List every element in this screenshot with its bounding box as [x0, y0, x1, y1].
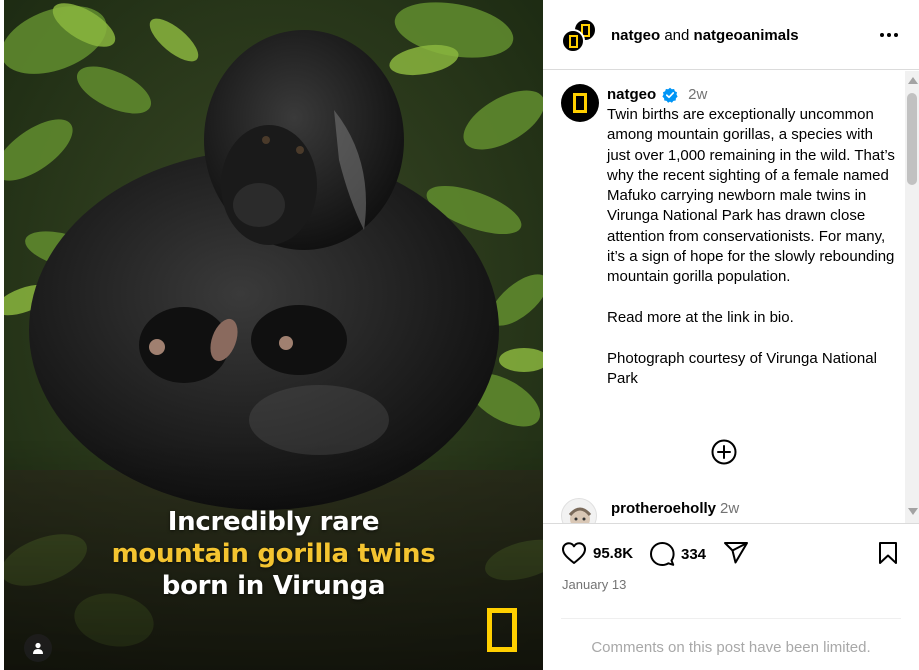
post-age[interactable]: 2w	[688, 86, 707, 103]
scroll-thumb[interactable]	[907, 93, 917, 185]
post-header: natgeo and natgeoanimals	[543, 0, 919, 70]
comment-icon	[650, 542, 675, 566]
post-caption: Twin births are exceptionally uncommon a…	[607, 106, 895, 387]
share-button[interactable]	[723, 541, 749, 565]
header-accounts: natgeo and natgeoanimals	[611, 27, 799, 44]
media-caption-line3: born in Virunga	[161, 571, 386, 601]
post-actions: 95.8K 334 January 13	[543, 523, 919, 618]
comment-username[interactable]: protheroeholly	[611, 500, 716, 517]
scroll-up-arrow-icon[interactable]	[908, 77, 918, 84]
collab-avatars[interactable]	[561, 18, 597, 54]
media-caption-line1: Incredibly rare	[167, 507, 380, 537]
post-date[interactable]: January 13	[562, 577, 626, 592]
poster-avatar[interactable]	[561, 84, 599, 122]
more-horizontal-icon[interactable]	[877, 26, 901, 44]
tagged-users-button[interactable]	[24, 634, 52, 662]
avatar-illustration	[568, 507, 592, 523]
verified-badge-icon	[662, 87, 678, 103]
likes-count[interactable]: 95.8K	[593, 545, 633, 562]
comments-count[interactable]: 334	[681, 546, 706, 563]
header-joiner: and	[660, 27, 694, 44]
user-icon	[33, 642, 43, 654]
poster-line: natgeo 2w	[607, 86, 707, 103]
header-account-natgeo[interactable]: natgeo	[611, 27, 660, 44]
post-media[interactable]: Incredibly rare mountain gorilla twins b…	[4, 0, 543, 670]
comment-button[interactable]: 334	[649, 541, 706, 567]
comments-scrollbar[interactable]	[905, 71, 919, 523]
media-caption-line2: mountain gorilla twins	[111, 539, 436, 569]
comments-limited-notice: Comments on this post have been limited.	[561, 618, 901, 670]
poster-username[interactable]: natgeo	[607, 86, 656, 103]
post-panel: natgeo and natgeoanimals natgeo 2w Twin …	[543, 0, 919, 670]
post-comments-area[interactable]: natgeo 2w Twin births are exceptionally …	[543, 71, 905, 523]
share-icon	[724, 542, 748, 564]
bookmark-icon	[879, 542, 897, 564]
comment-avatar[interactable]	[561, 498, 597, 523]
scroll-down-arrow-icon[interactable]	[908, 508, 918, 515]
like-button[interactable]: 95.8K	[561, 541, 633, 565]
natgeo-logo	[487, 608, 517, 652]
comment-age[interactable]: 2w	[720, 500, 739, 517]
header-account-natgeoanimals[interactable]: natgeoanimals	[694, 27, 799, 44]
avatar-natgeo[interactable]	[561, 29, 585, 53]
heart-icon	[562, 542, 586, 564]
comment-header: protheroeholly 2w	[611, 500, 739, 517]
plus-circle-icon[interactable]	[710, 438, 738, 466]
save-button[interactable]	[877, 541, 899, 565]
